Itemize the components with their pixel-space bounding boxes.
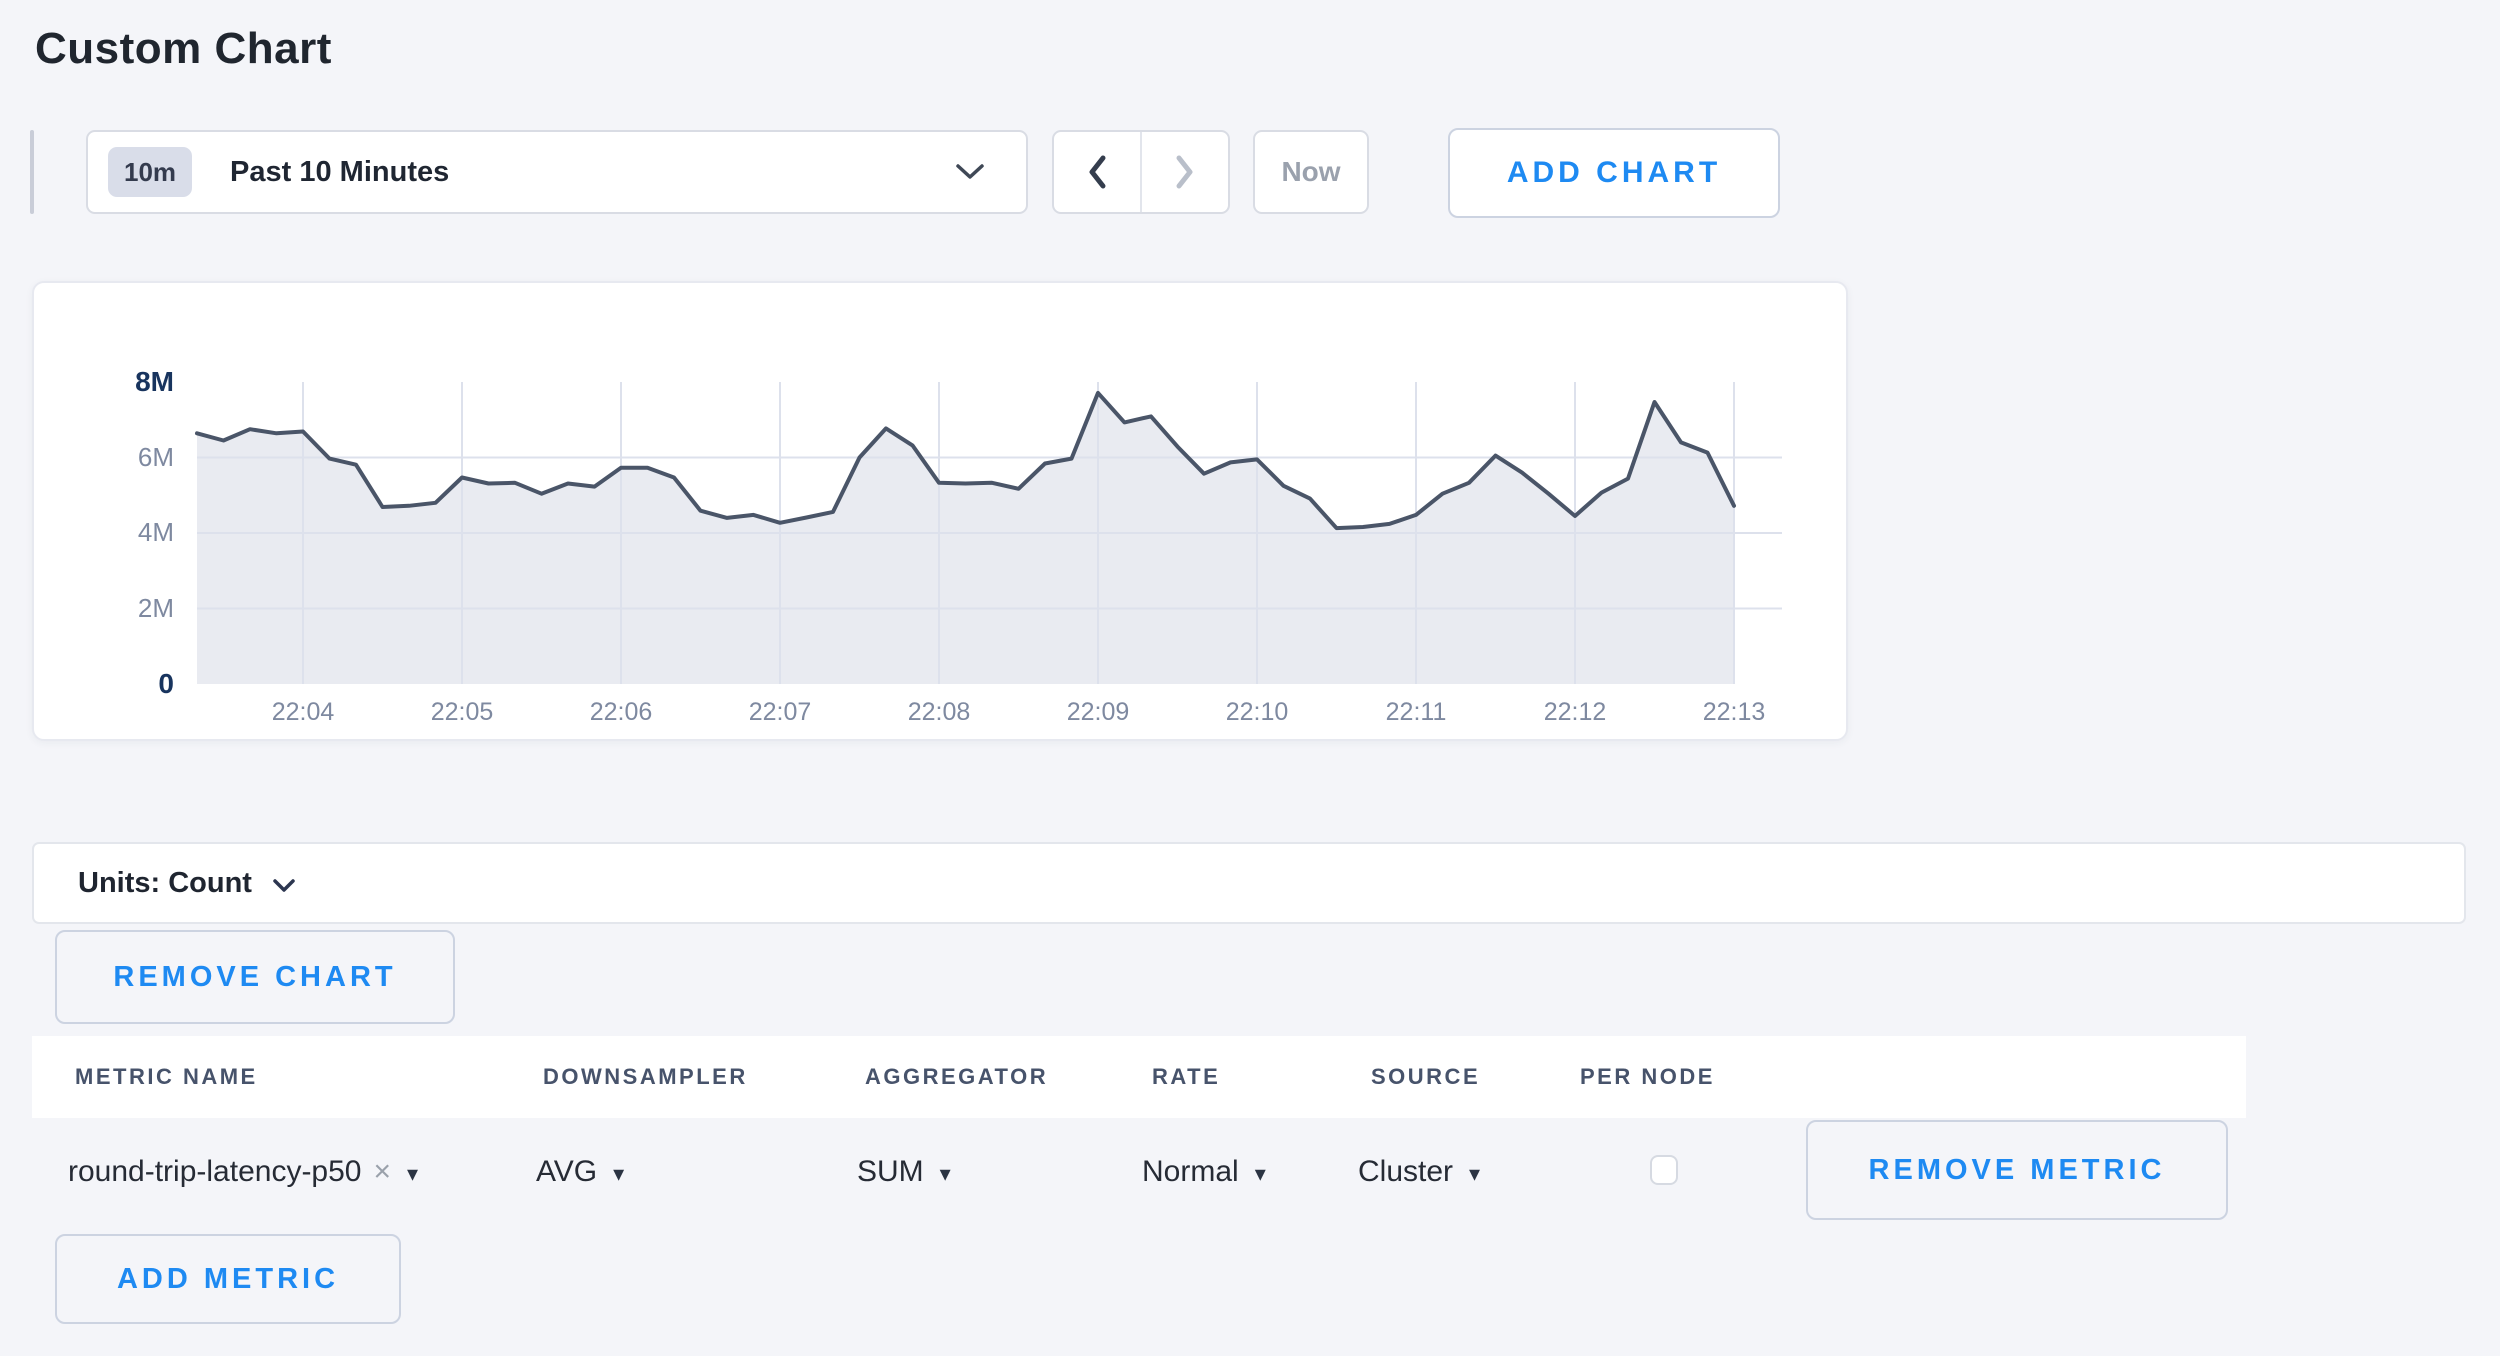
column-header-source: SOURCE	[1371, 1036, 1480, 1118]
caret-down-icon: ▾	[613, 1157, 624, 1187]
caret-down-icon: ▾	[1255, 1157, 1266, 1187]
column-header-downsampler: DOWNSAMPLER	[543, 1036, 748, 1118]
metrics-table-header: METRIC NAME DOWNSAMPLER AGGREGATOR RATE …	[32, 1036, 2246, 1118]
chevron-right-icon	[1172, 153, 1198, 191]
units-label: Units: Count	[78, 867, 252, 900]
add-chart-button[interactable]: ADD CHART	[1448, 128, 1780, 218]
chart-plot[interactable]	[197, 382, 1782, 684]
column-header-per-node: PER NODE	[1580, 1036, 1715, 1118]
clear-metric-icon[interactable]: ×	[373, 1155, 391, 1189]
units-dropdown[interactable]: Units: Count	[32, 842, 2466, 924]
y-tick-label: 4M	[34, 517, 174, 548]
caret-down-icon: ▾	[1469, 1157, 1480, 1187]
column-header-metric-name: METRIC NAME	[75, 1036, 258, 1118]
y-axis-labels: 02M4M6M8M	[34, 382, 174, 684]
y-tick-label: 8M	[34, 366, 174, 398]
time-step-buttons	[1052, 130, 1230, 214]
time-back-button[interactable]	[1054, 132, 1142, 212]
x-tick-label: 22:09	[1038, 698, 1158, 727]
caret-down-icon: ▾	[407, 1157, 418, 1187]
chart-card: 0 2M 4M 6M 8M 22:04 22:05 22:06 22:07 22:08 22:09…	[32, 281, 1848, 741]
toolbar-accent-divider	[30, 130, 34, 214]
source-select[interactable]: Cluster ▾	[1358, 1146, 1480, 1198]
remove-chart-button[interactable]: REMOVE CHART	[55, 930, 455, 1024]
source-value: Cluster	[1358, 1155, 1453, 1189]
metric-name-value: round-trip-latency-p50	[68, 1155, 361, 1189]
x-tick-label: 22:10	[1197, 698, 1317, 727]
x-tick-label: 22:07	[720, 698, 840, 727]
x-tick-label: 22:05	[402, 698, 522, 727]
x-tick-label: 22:08	[879, 698, 999, 727]
time-forward-button[interactable]	[1142, 132, 1228, 212]
aggregator-value: SUM	[857, 1155, 924, 1189]
x-tick-label: 22:13	[1674, 698, 1794, 727]
page-title: Custom Chart	[35, 24, 332, 74]
per-node-checkbox[interactable]	[1650, 1155, 1678, 1185]
caret-down-icon: ▾	[940, 1157, 951, 1187]
x-axis-labels: 22:04 22:05 22:06 22:07 22:08 22:09 22:10 22:11…	[197, 698, 1782, 732]
downsampler-value: AVG	[536, 1155, 597, 1189]
rate-value: Normal	[1142, 1155, 1239, 1189]
x-tick-label: 22:12	[1515, 698, 1635, 727]
add-metric-button[interactable]: ADD METRIC	[55, 1234, 401, 1324]
x-tick-label: 22:06	[561, 698, 681, 727]
chevron-left-icon	[1084, 153, 1110, 191]
downsampler-select[interactable]: AVG ▾	[536, 1146, 624, 1198]
rate-select[interactable]: Normal ▾	[1142, 1146, 1266, 1198]
remove-metric-button[interactable]: REMOVE METRIC	[1806, 1120, 2228, 1220]
metric-name-select[interactable]: round-trip-latency-p50 × ▾	[68, 1146, 418, 1198]
chevron-down-icon	[954, 162, 986, 182]
aggregator-select[interactable]: SUM ▾	[857, 1146, 951, 1198]
column-header-aggregator: AGGREGATOR	[865, 1036, 1048, 1118]
x-tick-label: 22:11	[1356, 698, 1476, 727]
column-header-rate: RATE	[1152, 1036, 1220, 1118]
now-button[interactable]: Now	[1253, 130, 1369, 214]
y-tick-label: 6M	[34, 442, 174, 473]
chart-area-fill	[197, 393, 1734, 684]
x-tick-label: 22:04	[243, 698, 363, 727]
time-range-label: Past 10 Minutes	[230, 156, 954, 189]
y-tick-label: 2M	[34, 593, 174, 624]
y-tick-label: 0	[34, 668, 174, 700]
time-range-dropdown[interactable]: 10m Past 10 Minutes	[86, 130, 1028, 214]
chart-plot-svg	[197, 382, 1782, 684]
time-range-badge: 10m	[108, 147, 192, 197]
chevron-down-icon	[272, 878, 296, 894]
